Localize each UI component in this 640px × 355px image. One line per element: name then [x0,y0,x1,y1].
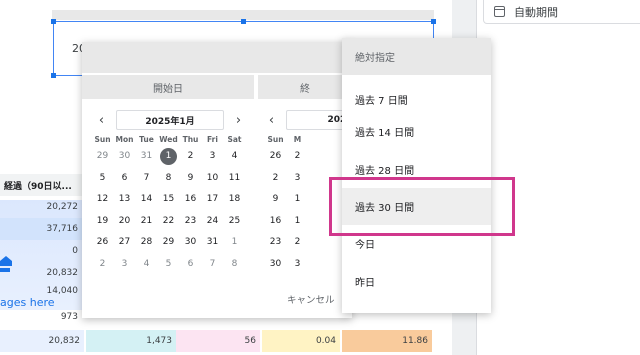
calendar-day[interactable]: 18 [224,191,245,208]
summary-cell: 0.04 [262,330,340,352]
calendar-day[interactable]: 31 [136,148,157,165]
calendar-day[interactable]: 2 [287,234,308,251]
weekday-label: Tue [139,135,154,144]
table-cell: 20,272 [46,202,79,212]
weekday-label: Sun [94,135,111,144]
calendar-day[interactable]: 9 [180,170,201,187]
summary-cell: 56 [176,330,260,352]
calendar-day[interactable]: 8 [158,170,179,187]
chevron-left-icon[interactable]: ‹ [265,110,278,130]
calendar-day[interactable]: 10 [202,170,223,187]
preset-range-menu: 絶対指定 過去 7 日間 過去 14 日間 過去 28 日間 過去 30 日間 … [342,38,491,313]
tab-end-date[interactable]: 終 [258,75,352,99]
calendar-day[interactable]: 16 [265,213,286,230]
calendar-day[interactable]: 9 [265,191,286,208]
menu-item-last-14-days[interactable]: 過去 14 日間 [342,113,491,150]
calendar-day[interactable]: 7 [202,256,223,273]
summary-cell: 20,832 [0,330,84,352]
calendar-day[interactable]: 22 [158,213,179,230]
resize-handle[interactable] [51,19,56,24]
calendar-day[interactable]: 2 [265,170,286,187]
tab-start-date[interactable]: 開始日 [82,75,254,99]
weekday-label: Sun [267,135,284,144]
calendar-day[interactable]: 30 [180,234,201,251]
calendar-day[interactable]: 17 [202,191,223,208]
date-range-field[interactable]: 自動期間 [483,0,640,24]
weekday-label: Thu [182,135,199,144]
date-range-label: 自動期間 [514,5,558,19]
calendar-day[interactable]: 24 [202,213,223,230]
calendar-day[interactable]: 29 [158,234,179,251]
calendar-day[interactable]: 3 [287,170,308,187]
resize-handle[interactable] [431,19,436,24]
column-header[interactable]: 経過（90日以... [0,174,82,196]
calendar-day[interactable]: 8 [224,256,245,273]
calendar-day[interactable]: 23 [180,213,201,230]
resize-handle[interactable] [241,19,246,24]
weekday-label: Fri [207,135,218,144]
left-month-label[interactable]: 2025年1月 [116,110,224,130]
weekday-label: Sat [227,135,242,144]
menu-item-yesterday[interactable]: 昨日 [342,263,491,300]
highlight-annotation [329,177,515,236]
right-month-nav: ‹ 2025 [265,110,352,130]
resize-handle[interactable] [51,73,56,78]
calendar-day[interactable]: 6 [114,170,135,187]
calendar-day[interactable]: 25 [224,213,245,230]
calendar-day[interactable]: 11 [224,170,245,187]
calendar-day[interactable]: 27 [114,234,135,251]
calendar-day[interactable]: 26 [265,148,286,165]
table-row: 37,716 [0,218,82,240]
calendar-day[interactable]: 6 [180,256,201,273]
chevron-left-icon[interactable]: ‹ [95,110,108,130]
calendar-day[interactable]: 1 [287,213,308,230]
calendar-day[interactable]: 3 [202,148,223,165]
calendar-day[interactable]: 5 [158,256,179,273]
calendar-day[interactable]: 1 [287,191,308,208]
calendar-day[interactable]: 26 [92,234,113,251]
menu-header: 絶対指定 [342,38,491,75]
table-cell: 20,832 [46,268,79,278]
calendar-day[interactable]: 12 [92,191,113,208]
calendar-day[interactable]: 4 [224,148,245,165]
picker-header [82,42,352,73]
table-cell: 37,716 [46,224,79,234]
date-range-picker: 開始日 終 ‹ 2025年1月 › ‹ 2025 Sun Mon Tue Wed Thu… [82,42,352,318]
calendar-day[interactable]: 13 [114,191,135,208]
cancel-button[interactable]: キャンセル [287,292,335,306]
calendar-day[interactable]: 19 [92,213,113,230]
calendar-day[interactable]: 1 [224,234,245,251]
calendar-day[interactable]: 15 [158,191,179,208]
calendar-icon [494,6,505,17]
table-cell: 973 [60,312,78,322]
calendar-day[interactable]: 21 [136,213,157,230]
calendar-day[interactable]: 7 [136,170,157,187]
summary-row: 20,832 1,473 56 0.04 11.86 [0,330,452,352]
summary-cell: 11.86 [342,330,432,352]
calendar-day[interactable]: 4 [136,256,157,273]
calendar-day[interactable]: 1 [160,148,177,165]
weekday-label: M [293,135,302,144]
calendar-day[interactable]: 30 [114,148,135,165]
calendar-day[interactable]: 31 [202,234,223,251]
table-cell: 0 [72,246,78,256]
weekday-label: Wed [159,135,178,144]
summary-cell: 1,473 [86,330,176,352]
calendar-day[interactable]: 3 [287,256,308,273]
calendar-day[interactable]: 2 [287,148,308,165]
chevron-right-icon[interactable]: › [232,110,245,130]
weekday-label: Mon [115,135,134,144]
calendar-day[interactable]: 3 [114,256,135,273]
calendar-day[interactable]: 30 [265,256,286,273]
calendar-day[interactable]: 28 [136,234,157,251]
calendar-day[interactable]: 16 [180,191,201,208]
calendar-day[interactable]: 20 [114,213,135,230]
calendar-day[interactable]: 2 [92,256,113,273]
left-month-nav: ‹ 2025年1月 › [95,110,245,130]
calendar-day[interactable]: 23 [265,234,286,251]
calendar-day[interactable]: 29 [92,148,113,165]
calendar-day[interactable]: 2 [180,148,201,165]
calendar-day[interactable]: 5 [92,170,113,187]
calendar-day[interactable]: 14 [136,191,157,208]
